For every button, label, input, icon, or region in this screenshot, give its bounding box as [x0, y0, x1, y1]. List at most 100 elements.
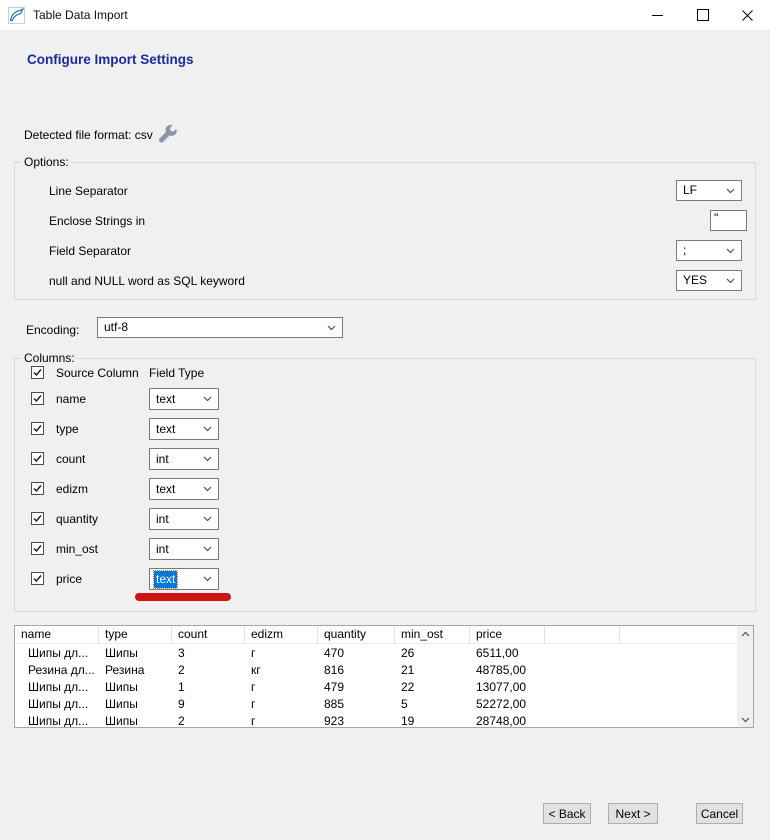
column-row-min_ost: min_ost int: [15, 538, 755, 560]
minimize-icon: [652, 15, 663, 16]
options-legend: Options:: [21, 155, 72, 169]
checkmark-icon: [33, 424, 42, 433]
scroll-down-button[interactable]: [737, 712, 753, 727]
preview-cell: 2: [172, 663, 245, 677]
titlebar: Table Data Import: [0, 0, 770, 31]
checkmark-icon: [33, 484, 42, 493]
preview-cell: 470: [318, 646, 395, 660]
option-label: Field Separator: [49, 240, 131, 262]
price-checkbox[interactable]: [31, 572, 44, 585]
preview-cell: г: [245, 646, 318, 660]
encoding-select[interactable]: utf-8: [97, 317, 343, 338]
preview-header-filler: [545, 626, 620, 643]
preview-cell: 9: [172, 697, 245, 711]
quantity-field-type-select-value: int: [154, 511, 171, 528]
checkmark-icon: [33, 454, 42, 463]
field-separator-select-value: ;: [681, 242, 688, 259]
preview-header-min_ost[interactable]: min_ost: [395, 626, 470, 643]
checkmark-icon: [33, 574, 42, 583]
preview-data-row[interactable]: Шипы дл...Шипы3г470266511,00: [15, 644, 753, 661]
column-row-name: nametext: [15, 388, 755, 410]
column-name-label: price: [56, 568, 82, 590]
preview-header-quantity[interactable]: quantity: [318, 626, 395, 643]
chevron-down-icon: [203, 396, 212, 402]
option-row-null-and-null-word-as-sql-keyword: null and NULL word as SQL keywordYES: [15, 270, 755, 292]
name-field-type-select[interactable]: text: [149, 388, 219, 410]
chevron-down-icon: [203, 456, 212, 462]
quantity-checkbox[interactable]: [31, 512, 44, 525]
close-button[interactable]: [725, 0, 770, 30]
column-name-label: quantity: [56, 508, 98, 530]
count-checkbox[interactable]: [31, 452, 44, 465]
edizm-field-type-select[interactable]: text: [149, 478, 219, 500]
preview-header-type[interactable]: type: [99, 626, 172, 643]
chevron-down-icon: [203, 426, 212, 432]
preview-cell: 3: [172, 646, 245, 660]
preview-data-row[interactable]: Шипы дл...Шипы1г4792213077,00: [15, 678, 753, 695]
checkmark-icon: [33, 514, 42, 523]
preview-cell: г: [245, 680, 318, 694]
edizm-checkbox[interactable]: [31, 482, 44, 495]
preview-header-name[interactable]: name: [15, 626, 99, 643]
column-row-type: typetext: [15, 418, 755, 440]
minimize-button[interactable]: [635, 0, 680, 30]
chevron-down-icon: [726, 188, 735, 194]
preview-data-row[interactable]: Шипы дл...Шипы9г885552272,00: [15, 695, 753, 712]
option-label: Enclose Strings in: [49, 210, 145, 232]
preview-header-price[interactable]: price: [470, 626, 545, 643]
chevron-down-icon: [203, 486, 212, 492]
line-separator-select[interactable]: LF: [676, 180, 742, 201]
preview-header-edizm[interactable]: edizm: [245, 626, 318, 643]
column-row-quantity: quantity int: [15, 508, 755, 530]
min_ost-field-type-select-value: int: [154, 541, 171, 558]
column-row-count: count int: [15, 448, 755, 470]
select-all-checkbox[interactable]: [31, 366, 44, 379]
preview-cell: 885: [318, 697, 395, 711]
null-and-null-word-as-sql-keyword-select[interactable]: YES: [676, 270, 742, 291]
field-separator-select[interactable]: ;: [676, 240, 742, 261]
checkmark-icon: [33, 368, 42, 377]
type-field-type-select[interactable]: text: [149, 418, 219, 440]
preview-cell: 21: [395, 663, 470, 677]
quantity-field-type-select[interactable]: int: [149, 508, 219, 530]
min_ost-checkbox[interactable]: [31, 542, 44, 555]
line-separator-select-value: LF: [681, 182, 699, 199]
count-field-type-select[interactable]: int: [149, 448, 219, 470]
enclose-strings-in-input[interactable]: ": [710, 210, 747, 231]
chevron-down-icon: [726, 248, 735, 254]
preview-cell: 479: [318, 680, 395, 694]
name-field-type-select-value: text: [154, 391, 177, 408]
close-icon: [742, 10, 753, 21]
back-button[interactable]: < Back: [543, 803, 591, 824]
maximize-icon: [697, 9, 709, 21]
preview-cell: 2: [172, 714, 245, 728]
preview-header-count[interactable]: count: [172, 626, 245, 643]
columns-group: Columns: Source Column Field Type namete…: [14, 358, 756, 612]
cancel-button[interactable]: Cancel: [696, 803, 743, 824]
name-checkbox[interactable]: [31, 392, 44, 405]
type-checkbox[interactable]: [31, 422, 44, 435]
chevron-down-icon: [327, 325, 336, 331]
preview-cell: г: [245, 714, 318, 728]
column-row-price: price text: [15, 568, 755, 590]
column-name-label: min_ost: [56, 538, 98, 560]
scroll-up-button[interactable]: [737, 626, 753, 641]
preview-cell: Шипы: [99, 697, 172, 711]
column-name-label: count: [56, 448, 85, 470]
wrench-icon[interactable]: [157, 123, 177, 143]
preview-cell: 1: [172, 680, 245, 694]
preview-data-row[interactable]: Шипы дл...Шипы2г9231928748,00: [15, 712, 753, 728]
checkmark-icon: [33, 394, 42, 403]
next-button[interactable]: Next >: [608, 803, 658, 824]
preview-cell: кг: [245, 663, 318, 677]
preview-cell: Шипы дл...: [15, 680, 99, 694]
option-row-enclose-strings-in: Enclose Strings in ": [15, 210, 755, 232]
edizm-field-type-select-value: text: [154, 481, 177, 498]
min_ost-field-type-select[interactable]: int: [149, 538, 219, 560]
price-field-type-select[interactable]: text: [149, 568, 219, 590]
preview-scrollbar[interactable]: [737, 626, 753, 727]
preview-data-row[interactable]: Резина дл...Резина2кг8162148785,00: [15, 661, 753, 678]
count-field-type-select-value: int: [154, 451, 171, 468]
preview-cell: 816: [318, 663, 395, 677]
maximize-button[interactable]: [680, 0, 725, 30]
